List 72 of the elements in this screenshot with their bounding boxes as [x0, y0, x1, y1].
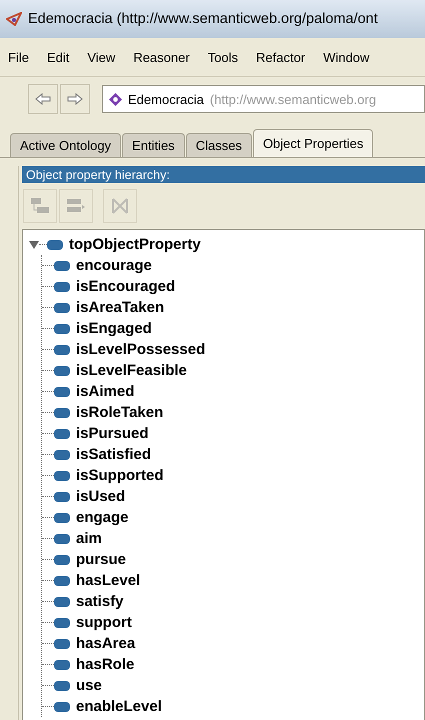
property-label[interactable]: engage [76, 509, 129, 526]
property-icon [54, 324, 70, 334]
delete-icon [111, 197, 129, 215]
property-label[interactable]: isAreaTaken [76, 299, 164, 316]
property-icon [54, 260, 70, 270]
forward-arrow-icon [67, 93, 83, 105]
property-icon [54, 492, 70, 502]
property-label[interactable]: isUsed [76, 488, 126, 505]
property-label[interactable]: hasArea [76, 635, 136, 652]
property-icon [54, 618, 70, 628]
property-icon [54, 282, 70, 292]
tab[interactable]: Classes [186, 133, 252, 157]
ontology-name: Edemocracia [128, 92, 204, 106]
property-icon [54, 512, 70, 522]
property-label[interactable]: isLevelPossessed [76, 341, 206, 358]
property-icon [54, 386, 70, 396]
property-icon [54, 596, 70, 606]
menu-item[interactable]: View [87, 50, 116, 64]
property-icon [54, 450, 70, 460]
property-label[interactable]: isEngaged [76, 320, 152, 337]
property-icon [54, 428, 70, 438]
back-button[interactable] [28, 84, 58, 114]
add-sibling-icon [66, 197, 86, 215]
forward-button[interactable] [60, 84, 90, 114]
property-icon [54, 302, 70, 312]
property-icon [54, 344, 70, 354]
property-label[interactable]: enableLevel [76, 698, 162, 715]
menu-item[interactable]: Tools [208, 50, 238, 64]
property-label[interactable]: pursue [76, 551, 126, 568]
property-icon [54, 408, 70, 418]
property-label[interactable]: hasLevel [76, 572, 140, 589]
ontology-iri: (http://www.semanticweb.org [210, 92, 376, 106]
property-label[interactable]: isSupported [76, 467, 164, 484]
menu-item[interactable]: Window [323, 50, 370, 64]
property-label[interactable]: support [76, 614, 132, 631]
property-icon [54, 366, 70, 376]
property-icon [54, 680, 70, 690]
property-label[interactable]: isEncouraged [76, 278, 176, 295]
tab[interactable]: Entities [122, 133, 185, 157]
property-icon [54, 702, 70, 712]
back-arrow-icon [35, 93, 51, 105]
menu-item[interactable]: Edit [46, 50, 70, 64]
property-label[interactable]: isAimed [76, 383, 134, 400]
property-label[interactable]: hasRole [76, 656, 134, 673]
tab[interactable]: Object Properties [252, 129, 374, 157]
property-label[interactable]: isPursued [76, 425, 149, 442]
property-label[interactable]: isSatisfied [76, 446, 152, 463]
property-label[interactable]: isLevelFeasible [76, 362, 187, 379]
property-icon [54, 470, 70, 480]
tab[interactable]: Active Ontology [10, 133, 122, 157]
window-title: Edemocracia (http://www.semanticweb.org/paloma/ont [28, 11, 378, 27]
menu-item[interactable]: Reasoner [133, 50, 190, 64]
add-subproperty-icon [30, 197, 50, 215]
property-label[interactable]: satisfy [76, 593, 124, 610]
property-icon [54, 534, 70, 544]
property-label[interactable]: aim [76, 530, 102, 547]
property-label[interactable]: encourage [76, 257, 152, 274]
property-label[interactable]: topObjectProperty [69, 236, 201, 253]
app-logo-icon [6, 12, 22, 26]
ontology-icon [109, 92, 122, 106]
property-label[interactable]: use [76, 677, 102, 694]
property-icon [47, 240, 63, 250]
property-icon [54, 638, 70, 648]
property-icon [54, 554, 70, 564]
expand-triangle-icon[interactable] [29, 240, 39, 250]
panel-header: Object property hierarchy: [22, 166, 425, 183]
property-label[interactable]: isRoleTaken [76, 404, 164, 421]
menu-item[interactable]: File [8, 50, 29, 64]
ontology-field[interactable]: Edemocracia (http://www.semanticweb.org [102, 85, 425, 113]
property-icon [54, 660, 70, 670]
menu-item[interactable]: Refactor [256, 50, 306, 64]
property-icon [54, 576, 70, 586]
